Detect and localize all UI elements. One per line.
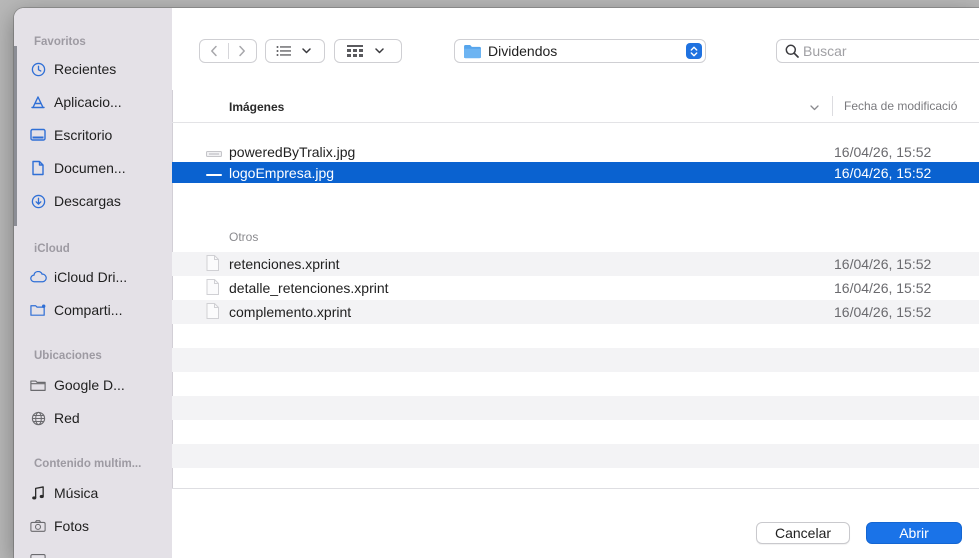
sidebar-item-documentos[interactable]: Documen... [28, 155, 168, 181]
back-button[interactable] [200, 40, 228, 62]
file-name: poweredByTralix.jpg [229, 143, 356, 160]
table-row[interactable]: complemento.xprint 16/04/26, 15:52 [172, 300, 979, 324]
file-list: Imágenes Fecha de modificació poweredByT… [172, 90, 979, 488]
grid-view-icon [335, 40, 375, 62]
location-label: Dividendos [488, 43, 558, 59]
chevron-down-icon [302, 48, 311, 54]
applications-icon [28, 92, 48, 112]
popup-stepper-icon [686, 43, 702, 59]
open-button[interactable]: Abrir [866, 522, 962, 544]
sidebar-item-compartido[interactable]: Comparti... [28, 297, 168, 323]
sidebar-item-label: Aplicacio... [54, 94, 122, 110]
file-name: complemento.xprint [229, 304, 352, 320]
toolbar: Dividendos [172, 8, 979, 90]
shared-folder-icon [28, 300, 48, 320]
column-divider[interactable] [832, 96, 833, 116]
sidebar-item-label: Documen... [54, 160, 126, 176]
chevron-down-icon[interactable] [810, 100, 819, 114]
file-date: 16/04/26, 15:52 [834, 304, 932, 320]
sidebar-header-ubicaciones: Ubicaciones [34, 350, 102, 362]
sidebar-item-label: Comparti... [54, 302, 123, 318]
sidebar-item-recientes[interactable]: Recientes [28, 56, 168, 82]
sidebar-header-contenido: Contenido multim... [34, 458, 142, 470]
sidebar-item-red[interactable]: Red [28, 405, 168, 431]
empty-row-stripe [172, 348, 979, 372]
column-header: Imágenes Fecha de modificació [172, 90, 979, 123]
chevron-down-icon [375, 48, 384, 54]
document-icon [28, 158, 48, 178]
clock-icon [28, 59, 48, 79]
file-date: 16/04/26, 15:52 [834, 143, 932, 160]
file-date: 16/04/26, 15:52 [834, 256, 932, 272]
sidebar-item-icloud-drive[interactable]: iCloud Dri... [28, 264, 168, 290]
cancel-button[interactable]: Cancelar [756, 522, 850, 544]
drive-icon [28, 375, 48, 395]
download-icon [28, 191, 48, 211]
file-name: logoEmpresa.jpg [229, 164, 335, 181]
file-date: 16/04/26, 15:52 [834, 280, 932, 296]
search-icon [785, 44, 799, 58]
video-icon [28, 549, 48, 558]
file-name: retenciones.xprint [229, 256, 340, 272]
location-popup[interactable]: Dividendos [454, 39, 706, 63]
sidebar-item-label: Escritorio [54, 127, 113, 143]
folder-icon [463, 44, 482, 59]
list-view-icon [266, 40, 302, 62]
sidebar-item-partial[interactable] [28, 546, 168, 558]
document-file-icon [206, 302, 219, 322]
image-file-icon [206, 144, 222, 160]
table-row[interactable]: retenciones.xprint 16/04/26, 15:52 [172, 252, 979, 276]
network-icon [28, 408, 48, 428]
empty-row-stripe [172, 444, 979, 468]
search-input[interactable] [803, 43, 973, 59]
sidebar-item-label: Música [54, 485, 99, 501]
sidebar: Favoritos Recientes Aplicacio... Escrito… [14, 8, 173, 558]
file-name: detalle_retenciones.xprint [229, 280, 389, 296]
sidebar-item-label: Fotos [54, 518, 90, 534]
search-field[interactable] [776, 39, 979, 63]
sidebar-item-label: Descargas [54, 193, 121, 209]
column-header-date[interactable]: Fecha de modificació [844, 99, 957, 113]
nav-buttons [199, 39, 257, 63]
forward-button[interactable] [229, 40, 257, 62]
view-mode-button[interactable] [265, 39, 325, 63]
dialog-footer: Cancelar Abrir [172, 488, 979, 558]
image-file-icon [206, 165, 222, 181]
sidebar-item-label: Google D... [54, 377, 125, 393]
sidebar-header-favorites: Favoritos [34, 36, 86, 48]
table-row[interactable]: poweredByTralix.jpg 16/04/26, 15:52 [172, 141, 979, 162]
sidebar-header-icloud: iCloud [34, 243, 70, 255]
sidebar-item-fotos[interactable]: Fotos [28, 513, 168, 539]
sidebar-scroll-indicator[interactable] [14, 46, 17, 226]
sidebar-item-label: iCloud Dri... [54, 269, 128, 285]
sidebar-item-aplicaciones[interactable]: Aplicacio... [28, 89, 168, 115]
group-by-button[interactable] [334, 39, 402, 63]
sidebar-item-label: Red [54, 410, 80, 426]
table-row-selected[interactable]: logoEmpresa.jpg 16/04/26, 15:52 [172, 162, 979, 183]
document-file-icon [206, 254, 219, 274]
table-row[interactable]: detalle_retenciones.xprint 16/04/26, 15:… [172, 276, 979, 300]
empty-row-stripe [172, 396, 979, 420]
sidebar-item-musica[interactable]: Música [28, 480, 168, 506]
chevron-right-icon [239, 45, 246, 57]
group-label-otros: Otros [229, 230, 259, 244]
sidebar-item-descargas[interactable]: Descargas [28, 188, 168, 214]
file-open-dialog: Favoritos Recientes Aplicacio... Escrito… [14, 8, 979, 558]
document-file-icon [206, 278, 219, 298]
file-date: 16/04/26, 15:52 [834, 164, 932, 181]
music-icon [28, 483, 48, 503]
desktop-icon [28, 125, 48, 145]
sidebar-item-google-drive[interactable]: Google D... [28, 372, 168, 398]
sidebar-item-escritorio[interactable]: Escritorio [28, 122, 168, 148]
column-header-name[interactable]: Imágenes [229, 100, 284, 114]
sidebar-item-label: Recientes [54, 61, 117, 77]
chevron-left-icon [210, 45, 217, 57]
cloud-icon [28, 267, 48, 287]
camera-icon [28, 516, 48, 536]
